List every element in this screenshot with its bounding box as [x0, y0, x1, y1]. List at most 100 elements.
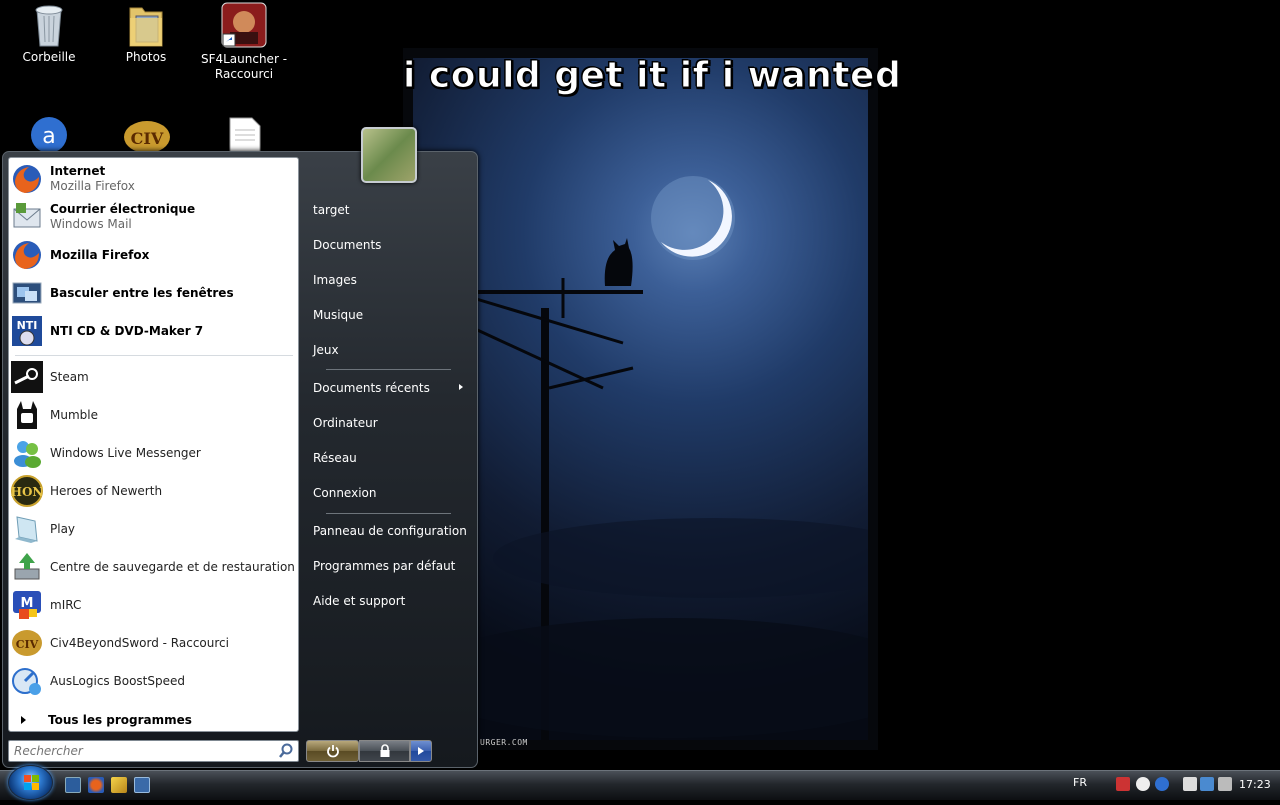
language-indicator[interactable]: FR	[1073, 776, 1087, 789]
lock-button[interactable]	[359, 740, 410, 762]
shutdown-options-button[interactable]	[410, 740, 432, 762]
recent-item[interactable]: Basculer entre les fenêtres	[11, 274, 296, 312]
tray-mumble-icon[interactable]	[1136, 777, 1150, 791]
search-icon[interactable]	[277, 742, 295, 760]
svg-text:HON: HON	[11, 485, 43, 499]
program-name: Steam	[50, 369, 89, 384]
program-name: Windows Live Messenger	[50, 445, 201, 460]
right-item-connexion[interactable]: Connexion	[313, 483, 377, 503]
wallpaper-photo	[413, 58, 933, 740]
recent-item[interactable]: AusLogics BoostSpeed	[11, 662, 296, 700]
recent-item[interactable]: Steam	[11, 358, 296, 396]
submenu-arrow-icon	[459, 384, 463, 390]
right-item-ordinateur[interactable]: Ordinateur	[313, 413, 378, 433]
recent-item[interactable]: M mIRC	[11, 586, 296, 624]
power-button[interactable]	[306, 740, 359, 762]
program-name: Play	[50, 521, 76, 536]
right-separator	[326, 369, 451, 370]
tray-safely-remove-icon[interactable]	[1183, 777, 1197, 791]
firefox-icon	[11, 239, 43, 271]
desktop-icon-sf4launcher[interactable]: SF4Launcher - Raccourci	[199, 2, 289, 82]
recent-item[interactable]: Windows Live Messenger	[11, 434, 296, 472]
tray-network-icon[interactable]	[1200, 777, 1214, 791]
recent-item[interactable]: Centre de sauvegarde et de restauration	[11, 548, 296, 586]
sf4-game-icon	[221, 2, 267, 48]
mirc-icon: M	[11, 589, 43, 621]
recent-item[interactable]: HON Heroes of Newerth	[11, 472, 296, 510]
windows-logo-icon	[24, 775, 39, 790]
program-name: Courrier électronique	[50, 202, 196, 216]
program-name: Internet	[50, 164, 106, 178]
chevron-right-icon	[418, 747, 424, 755]
program-name: AusLogics BoostSpeed	[50, 673, 185, 688]
show-desktop-icon[interactable]	[65, 777, 81, 793]
taskbar	[0, 770, 1280, 800]
power-icon	[326, 745, 339, 758]
recent-item[interactable]: Mozilla Firefox	[11, 236, 296, 274]
start-button[interactable]	[8, 765, 53, 800]
user-picture-tile[interactable]	[361, 127, 417, 183]
tray-volume-icon[interactable]	[1218, 777, 1232, 791]
start-search-box	[8, 740, 299, 762]
program-name: Civ4BeyondSword - Raccourci	[50, 635, 229, 650]
right-item-help[interactable]: Aide et support	[313, 591, 405, 611]
auslogics-icon	[11, 665, 43, 697]
right-item-images[interactable]: Images	[313, 270, 357, 290]
start-search-input[interactable]	[9, 742, 277, 760]
desktop-icon-label: Photos	[125, 50, 167, 64]
backup-icon	[11, 551, 43, 583]
nti-icon: NTI	[11, 315, 43, 347]
right-item-jeux[interactable]: Jeux	[313, 340, 339, 360]
civ-desktop-icon[interactable]: CIV	[122, 113, 172, 153]
pinned-separator	[15, 355, 293, 356]
document-desktop-icon[interactable]	[228, 116, 262, 153]
wallpaper-caption: i could get it if i wanted	[402, 55, 902, 97]
desktop-icon-recycle-bin[interactable]: Corbeille	[4, 2, 94, 65]
recent-item[interactable]: NTI NTI CD & DVD-Maker 7	[11, 312, 296, 350]
right-item-recent-documents[interactable]: Documents récents	[313, 378, 430, 398]
program-name: Heroes of Newerth	[50, 483, 163, 498]
messenger-icon	[11, 437, 43, 469]
pinned-item-internet[interactable]: Internet Mozilla Firefox	[11, 160, 296, 198]
right-item-musique[interactable]: Musique	[313, 305, 363, 325]
start-menu-programs-pane: Internet Mozilla Firefox Courrier électro…	[8, 157, 299, 732]
right-item-default-programs[interactable]: Programmes par défaut	[313, 556, 455, 576]
desktop-icon-label: Corbeille	[22, 50, 76, 64]
hon-icon: HON	[11, 475, 43, 507]
svg-text:CIV: CIV	[131, 129, 164, 148]
right-item-documents[interactable]: Documents	[313, 235, 381, 255]
desktop-icon-label: SF4Launcher - Raccourci	[200, 52, 288, 81]
program-name: Centre de sauvegarde et de restauration	[50, 559, 295, 574]
firefox-icon	[11, 163, 43, 195]
all-programs-button[interactable]: Tous les programmes	[21, 713, 192, 727]
program-name: Mumble	[50, 407, 98, 422]
tray-auslogics-icon[interactable]	[1155, 777, 1169, 791]
auslogics-desktop-icon[interactable]: a	[28, 113, 70, 153]
right-item-control-panel[interactable]: Panneau de configuration	[313, 521, 467, 541]
wallpaper-watermark: URGER.COM	[480, 738, 528, 747]
folder-icon	[126, 2, 166, 47]
pinned-item-mail[interactable]: Courrier électronique Windows Mail	[11, 198, 296, 236]
right-item-reseau[interactable]: Réseau	[313, 448, 357, 468]
program-name: NTI CD & DVD-Maker 7	[50, 323, 204, 338]
right-item-user-folder[interactable]: target	[313, 200, 350, 220]
svg-text:CIV: CIV	[16, 638, 39, 651]
program-name: Basculer entre les fenêtres	[50, 285, 234, 300]
program-name: Mozilla Firefox	[50, 247, 150, 262]
switch-windows-quicklaunch-icon[interactable]	[134, 777, 150, 793]
all-programs-label: Tous les programmes	[48, 713, 192, 727]
tray-app-icon[interactable]	[1116, 777, 1130, 791]
recent-item[interactable]: Mumble	[11, 396, 296, 434]
recent-item[interactable]: Play	[11, 510, 296, 548]
right-separator	[326, 513, 451, 514]
recent-item[interactable]: CIV Civ4BeyondSword - Raccourci	[11, 624, 296, 662]
taskbar-clock[interactable]: 17:23	[1239, 778, 1271, 791]
desktop-icon-photos[interactable]: Photos	[101, 2, 191, 65]
mumble-icon	[11, 399, 43, 431]
svg-text:M: M	[21, 596, 34, 611]
svg-text:NTI: NTI	[17, 319, 38, 332]
firefox-quicklaunch-icon[interactable]	[88, 777, 104, 793]
recycle-bin-icon	[29, 2, 69, 47]
winamp-quicklaunch-icon[interactable]	[111, 777, 127, 793]
switch-windows-icon	[11, 277, 43, 309]
